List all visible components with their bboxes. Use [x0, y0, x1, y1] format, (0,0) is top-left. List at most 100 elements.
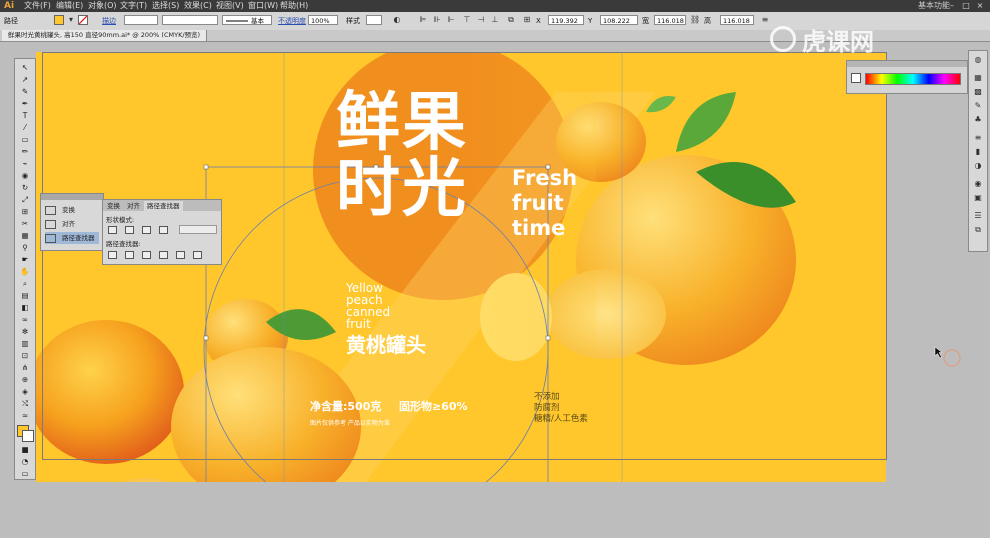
symbols-icon[interactable]: ♣ [972, 115, 984, 125]
align-top-icon[interactable]: ⊤ [462, 15, 472, 25]
menu-effect[interactable]: 效果(C) [184, 0, 212, 12]
rectangle-tool[interactable]: ▭ [18, 135, 32, 144]
brushes-icon[interactable]: ✎ [972, 101, 984, 111]
color-panel-icon[interactable]: ◍ [972, 55, 984, 65]
color-mode-icon[interactable]: ■ [18, 445, 32, 454]
menu-type[interactable]: 文字(T) [120, 0, 147, 12]
draw-mode-icon[interactable]: ◔ [18, 457, 32, 466]
swatches-icon[interactable]: ▩ [972, 87, 984, 97]
document-tab[interactable]: 鲜果时光黄桃罐头, 高150 直径90mm.ai* @ 200% (CMYK/预… [2, 30, 208, 41]
reference-point-icon[interactable]: ⊞ [522, 15, 532, 25]
graph-tool[interactable]: ▦ [18, 231, 32, 240]
variable-width-field[interactable] [162, 15, 218, 25]
chevron-down-icon[interactable]: ▾ [66, 15, 76, 25]
x-field[interactable]: 119.392 [548, 15, 584, 25]
tab-align[interactable]: 对齐 [124, 201, 143, 211]
stroke-color-swatch[interactable] [22, 430, 34, 442]
color-panel-header[interactable] [847, 61, 967, 67]
direct-selection-tool[interactable]: ↗ [18, 75, 32, 84]
stroke-link[interactable]: 描边 [102, 15, 116, 27]
blend-tool[interactable]: ∞ [18, 315, 32, 324]
exclude-button[interactable] [159, 226, 168, 234]
scissors-tool[interactable]: ✂ [18, 219, 32, 228]
blob-brush-tool[interactable]: ⌁ [18, 159, 32, 168]
artboard[interactable]: 鲜果 时光 Fresh fruit time Yellow peach cann… [36, 52, 886, 482]
align-left-icon[interactable]: ⊫ [418, 15, 428, 25]
panel-item-pathfinder[interactable]: 路径查找器 [45, 232, 99, 244]
align-bottom-icon[interactable]: ⊥ [490, 15, 500, 25]
magic-wand-tool[interactable]: ✎ [18, 87, 32, 96]
unite-button[interactable] [108, 226, 117, 234]
menu-object[interactable]: 对象(O) [88, 0, 117, 12]
expand-button[interactable] [179, 225, 217, 234]
divide-button[interactable] [108, 251, 117, 259]
scale-tool[interactable]: ⤢ [18, 195, 32, 204]
fill-swatch[interactable] [54, 15, 64, 25]
panel-header[interactable] [41, 194, 103, 200]
pen-tool[interactable]: ✒ [18, 99, 32, 108]
transparency-icon[interactable]: ◑ [972, 161, 984, 171]
artboard-tool[interactable]: ⊡ [18, 351, 32, 360]
tab-transform[interactable]: 变换 [104, 201, 123, 211]
rotate-tool[interactable]: ↻ [18, 183, 32, 192]
minus-front-button[interactable] [125, 226, 134, 234]
hand-tool[interactable]: ✋ [18, 267, 32, 276]
minimize-button[interactable]: – [946, 1, 958, 10]
recolor-icon[interactable]: ◐ [392, 15, 402, 25]
merge-button[interactable] [142, 251, 151, 259]
pencil-tool[interactable]: ✏ [18, 147, 32, 156]
arrange-icon[interactable]: ≡ [760, 15, 770, 25]
zoom-tool[interactable]: ⌕ [18, 279, 32, 288]
y-field[interactable]: 108.222 [600, 15, 638, 25]
warp-tool[interactable]: ≈ [18, 411, 32, 420]
eyedropper-tool[interactable]: ⚲ [18, 243, 32, 252]
tab-pathfinder[interactable]: 路径查找器 [144, 201, 183, 211]
screen-mode-icon[interactable]: ▭ [18, 469, 32, 478]
line-tool[interactable]: ⁄ [18, 123, 32, 132]
trim-button[interactable] [125, 251, 134, 259]
column-graph-tool[interactable]: ▥ [18, 339, 32, 348]
perspective-grid-tool[interactable]: ⋔ [18, 363, 32, 372]
graphic-styles-icon[interactable]: ▣ [972, 193, 984, 203]
crop-button[interactable] [159, 251, 168, 259]
panel-item-transform[interactable]: 变换 [45, 204, 99, 216]
color-panel-swatch[interactable] [851, 73, 861, 83]
style-field[interactable] [366, 15, 382, 25]
selection-tool[interactable]: ↖ [18, 63, 32, 72]
menu-view[interactable]: 视图(V) [216, 0, 244, 12]
maximize-button[interactable]: □ [960, 1, 972, 10]
type-tool[interactable]: T [18, 111, 32, 120]
align-center-icon[interactable]: ⊪ [432, 15, 442, 25]
live-paint-tool[interactable]: ◈ [18, 387, 32, 396]
intersect-button[interactable] [142, 226, 151, 234]
color-guide-icon[interactable]: ▦ [972, 73, 984, 83]
appearance-icon[interactable]: ◉ [972, 179, 984, 189]
mesh-tool[interactable]: ▤ [18, 291, 32, 300]
symbol-sprayer-tool[interactable]: ✻ [18, 327, 32, 336]
free-transform-tool[interactable]: ⊞ [18, 207, 32, 216]
link-icon[interactable]: ⛓ [690, 15, 700, 25]
panel-item-align[interactable]: 对齐 [45, 218, 99, 230]
layers-icon[interactable]: ☰ [972, 211, 984, 221]
close-button[interactable]: × [974, 1, 986, 10]
transform-icon[interactable]: ⧉ [506, 15, 516, 25]
menu-select[interactable]: 选择(S) [152, 0, 179, 12]
align-right-icon[interactable]: ⊩ [446, 15, 456, 25]
minus-back-button[interactable] [193, 251, 202, 259]
width-tool[interactable]: ⤭ [18, 399, 32, 408]
menu-window[interactable]: 窗口(W) [248, 0, 278, 12]
align-middle-icon[interactable]: ⊣ [476, 15, 486, 25]
menu-file[interactable]: 文件(F) [24, 0, 51, 12]
menu-edit[interactable]: 编辑(E) [56, 0, 83, 12]
menu-help[interactable]: 帮助(H) [280, 0, 308, 12]
artboards-icon[interactable]: ⧉ [972, 225, 984, 235]
eraser-tool[interactable]: ◉ [18, 171, 32, 180]
slice-tool[interactable]: ☛ [18, 255, 32, 264]
stroke-icon[interactable]: ≡ [972, 133, 984, 143]
outline-button[interactable] [176, 251, 185, 259]
opacity-link[interactable]: 不透明度 [278, 15, 306, 27]
width-field[interactable]: 116.018 [654, 15, 686, 25]
opacity-field[interactable]: 100% [308, 15, 338, 25]
brush-profile-field[interactable]: 基本 [222, 15, 272, 25]
gradient-icon[interactable]: ▮ [972, 147, 984, 157]
